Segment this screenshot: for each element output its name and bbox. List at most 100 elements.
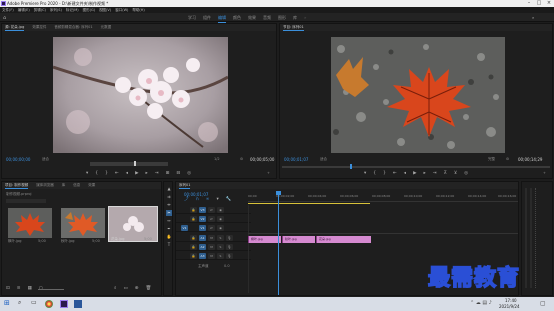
playhead-handle[interactable] [276,191,281,195]
pen-tool-icon[interactable]: ✒ [166,226,172,232]
premiere-taskbar-icon[interactable] [60,300,68,308]
lock-track-icon[interactable]: 🔒 [190,253,197,259]
ripple-edit-tool-icon[interactable]: ⇹ [166,202,172,208]
tab-media-browser[interactable]: 媒体浏览器 [36,182,54,189]
solo-icon[interactable]: S [217,244,224,250]
new-item-icon[interactable]: ⊕ [135,286,139,292]
tab-effect-controls[interactable]: 效果控件 [32,24,46,31]
workspace-assembly[interactable]: 组件 [203,13,211,23]
tray-time[interactable]: 17:40 [505,298,517,303]
lock-track-icon[interactable]: 🔒 [190,235,197,241]
program-settings-icon[interactable]: ⚙ [506,157,509,161]
workspace-audio[interactable]: 音频 [263,13,271,23]
go-to-out-icon[interactable]: ⇥ [155,171,159,177]
hand-tool-icon[interactable]: ✋ [166,234,172,240]
lift-icon[interactable]: ⊼ [444,171,447,177]
home-icon[interactable]: ⌂ [3,15,6,21]
timeline-playhead[interactable] [278,191,279,295]
snap-icon[interactable]: ∩ [196,197,199,203]
workspace-editing[interactable]: 编辑 [218,13,226,23]
mark-out-bracket-icon[interactable]: } [105,171,108,177]
find-icon[interactable]: ⌕ [114,286,117,292]
tab-sequence[interactable]: 序列01 [179,182,191,189]
project-item-thumb[interactable] [8,208,52,238]
mute-icon[interactable]: M [208,253,215,259]
eye-icon[interactable]: ◉ [217,207,224,213]
source-scrub-bar[interactable] [90,162,168,166]
work-area-bar[interactable] [248,203,370,204]
tab-metadata[interactable]: 元数据 [101,24,112,31]
icon-view-icon[interactable]: ▦ [28,286,32,292]
program-play-icon[interactable]: ▶ [413,171,416,177]
maximize-icon[interactable]: □ [534,0,544,7]
program-step-forward-icon[interactable]: ▸ [424,171,426,177]
mic-icon[interactable]: 🎙 [226,235,233,241]
program-button-editor-icon[interactable]: + [543,171,546,175]
go-to-in-icon[interactable]: ⇤ [115,171,119,177]
program-timecode[interactable]: 00;00;01;07 [284,157,308,162]
program-mark-in-icon[interactable]: ▾ [364,171,366,177]
timeline-clip[interactable]: 枫叶.jpg [248,236,281,243]
track-label[interactable]: A3 [199,253,206,259]
master-volume-value[interactable]: 0.0 [224,264,230,268]
program-step-back-icon[interactable]: ◂ [404,171,406,177]
notification-icon[interactable]: ▢ [540,300,546,307]
list-view-icon[interactable]: ≡ [17,286,21,292]
nest-icon[interactable]: ⤴ [184,197,189,203]
program-export-frame-icon[interactable]: ◎ [464,171,468,177]
source-fit-select[interactable]: 适合 [42,157,49,162]
program-playhead[interactable] [350,164,352,169]
add-marker-icon[interactable]: ▾ [217,197,219,203]
project-search-input[interactable] [6,199,46,203]
track-select-tool-icon[interactable]: ⇉ [166,194,172,200]
lock-track-icon[interactable]: 🔒 [190,244,197,250]
tray-icons[interactable]: ⌃ ☁ ▤ ♪ [470,300,492,306]
mark-in-icon[interactable]: ▾ [86,171,88,177]
insert-icon[interactable]: ⊞ [166,171,170,177]
razor-tool-icon[interactable]: ✂ [166,210,172,216]
mic-icon[interactable]: 🎙 [226,253,233,259]
track-label[interactable]: V3 [199,207,206,213]
timeline-clip[interactable]: 花朵.jpg [316,236,371,243]
mic-icon[interactable]: 🎙 [226,244,233,250]
track-label[interactable]: A1 [199,235,206,241]
new-bin-icon[interactable]: ▭ [124,286,128,292]
lock-track-icon[interactable]: 🔒 [190,216,197,222]
sync-lock-icon[interactable]: ⇄ [208,225,215,231]
wrench-icon[interactable]: 🔧 [226,197,232,203]
mute-icon[interactable]: M [208,244,215,250]
overwrite-icon[interactable]: ⊟ [176,171,180,177]
solo-icon[interactable]: S [217,253,224,259]
tab-program[interactable]: 节目: 序列01 [283,24,304,31]
close-icon[interactable]: × [544,0,554,7]
program-go-in-icon[interactable]: ⇤ [393,171,397,177]
time-ruler[interactable]: 00;00 00;00;02;00 00;00;04;00 00;00;06;0… [248,192,518,202]
thumbnail-zoom-slider[interactable] [38,289,64,290]
step-forward-icon[interactable]: ▸ [146,171,148,177]
program-go-out-icon[interactable]: ⇥ [433,171,437,177]
eye-icon[interactable]: ◉ [217,216,224,222]
slip-tool-icon[interactable]: ↔ [166,218,172,224]
mark-in-bracket-icon[interactable]: { [95,171,98,177]
sync-lock-icon[interactable]: ⇄ [208,216,215,222]
taskbar-search-icon[interactable]: ⌕ [18,299,21,307]
source-playhead[interactable] [134,161,136,166]
program-scrub-bar[interactable] [282,166,550,168]
play-icon[interactable]: ▶ [135,171,138,177]
search-icon[interactable]: ⌕ [532,15,534,20]
solo-icon[interactable]: S [217,235,224,241]
step-back-icon[interactable]: ◂ [126,171,128,177]
type-tool-icon[interactable]: T [166,242,172,248]
mute-icon[interactable]: M [208,235,215,241]
export-frame-icon[interactable]: ◎ [187,171,191,177]
workspace-libraries[interactable]: 库 [293,13,297,23]
task-view-icon[interactable]: ▭ [31,299,37,306]
workspace-graphics[interactable]: 图形 [278,13,286,23]
minimize-icon[interactable]: – [524,0,534,7]
windows-start-icon[interactable]: ⊞ [4,299,10,307]
tray-date[interactable]: 2021/9/24 [499,304,520,309]
sync-lock-icon[interactable]: ⇄ [208,207,215,213]
lock-icon[interactable]: ⊡ [6,286,10,292]
timeline-clip[interactable]: 秋叶.jpg [282,236,315,243]
source-zoom-select[interactable]: 1/2 [214,157,220,161]
